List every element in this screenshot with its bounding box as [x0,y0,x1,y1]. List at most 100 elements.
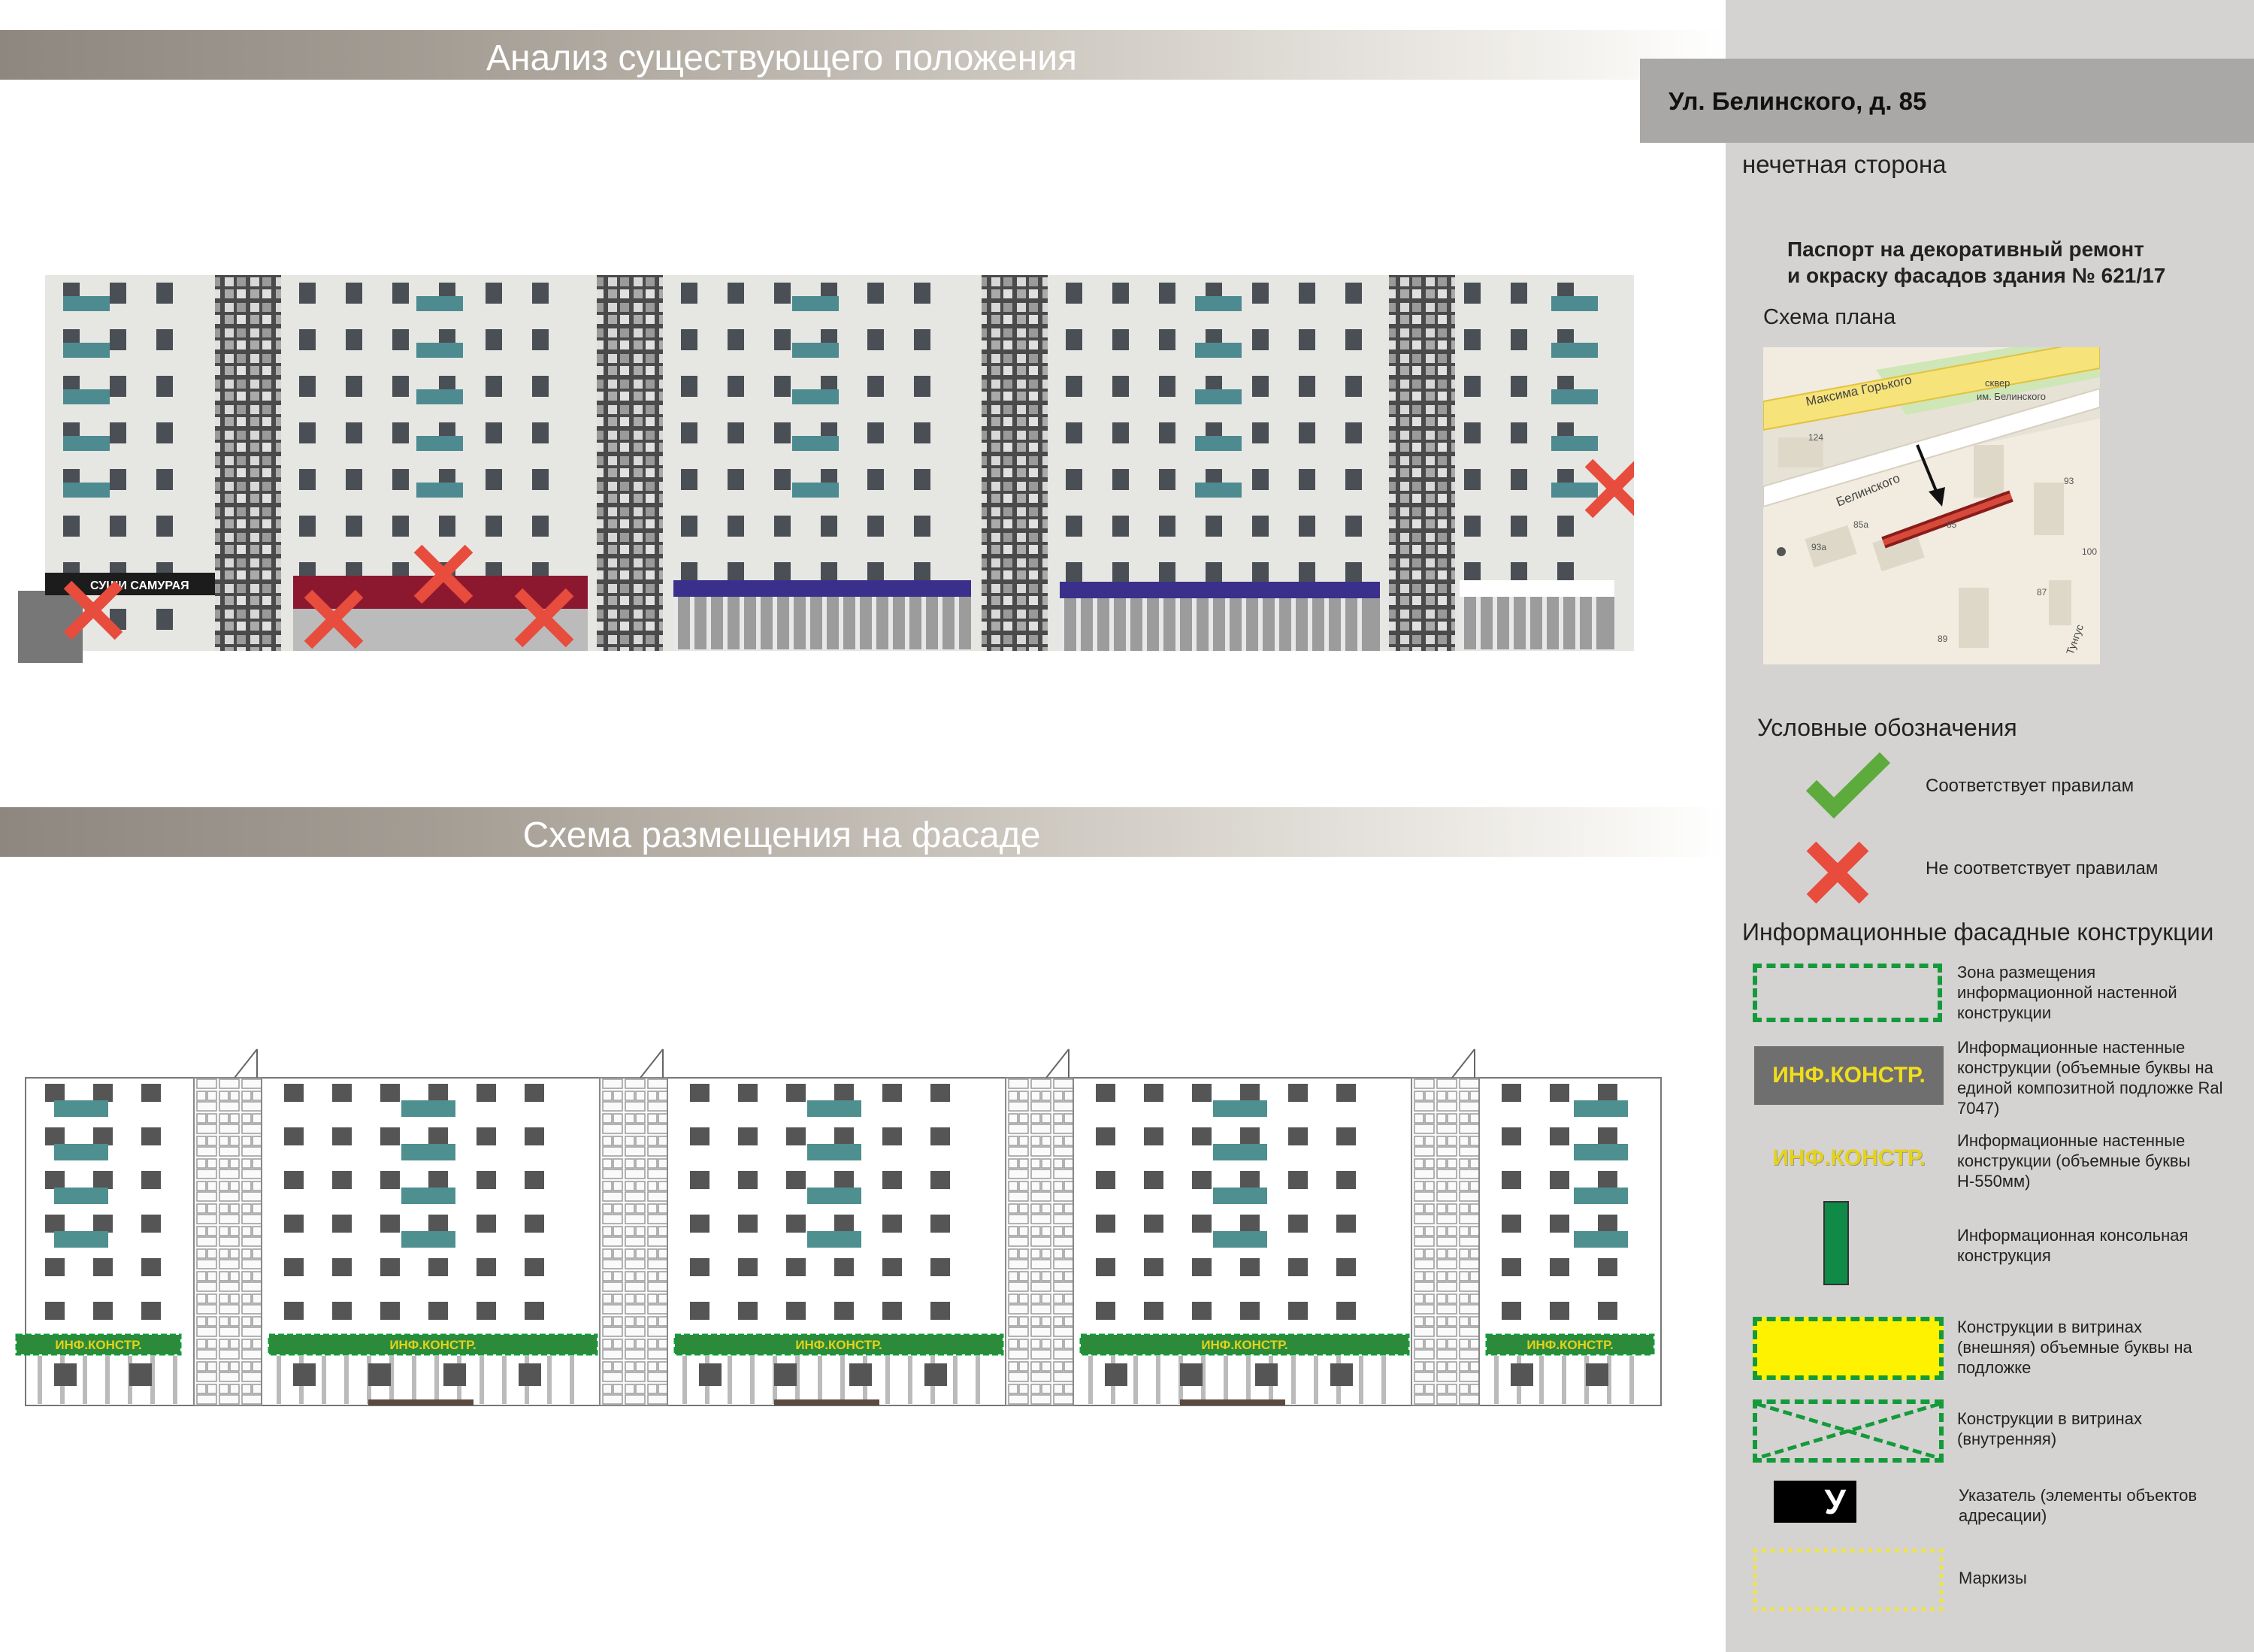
scheme-window [882,1302,902,1320]
scheme-window [428,1258,448,1276]
window [867,422,884,443]
ground-column [1246,1356,1251,1404]
storefront-column [706,597,711,649]
window [156,469,173,490]
scheme-window [1550,1302,1569,1320]
scheme-window [1192,1302,1212,1320]
scheme-window [834,1127,854,1145]
location-map: Максима Горького Белинского сквер им. Бе… [1763,347,2100,664]
balcony [63,436,110,451]
scheme-window [332,1084,352,1102]
scheme-window [1502,1127,1521,1145]
window [1299,562,1315,583]
window [486,376,502,397]
storefront-glazing [1460,597,1614,649]
scheme-window [1144,1127,1163,1145]
window [1345,422,1362,443]
scheme-window [380,1258,400,1276]
ground-window [1105,1363,1127,1386]
scheme-window [428,1127,448,1145]
ground-column [840,1356,845,1404]
balcony [1551,296,1598,311]
map-n93: 93 [2064,476,2074,486]
scheme-window [1598,1215,1617,1233]
window [110,422,126,443]
antenna [640,1048,664,1079]
ground-window [443,1363,466,1386]
balcony [1195,483,1242,498]
window [1112,516,1129,537]
facade-photo-svg: СУШИ САМУРАЯ [18,275,1644,663]
window [346,516,362,537]
legend-pointer-sample: У [1824,1482,1846,1521]
passport-title: Паспорт на декоративный ремонт и окраску… [1787,236,2165,289]
header-scheme-title: Схема размещения на фасаде [522,815,1041,855]
scheme-window [45,1302,65,1320]
scheme-window [284,1258,304,1276]
window [156,422,173,443]
window [1299,469,1315,490]
window [867,516,884,537]
ground-column [1539,1356,1544,1404]
scheme-window [738,1258,758,1276]
window [774,283,791,304]
window [774,376,791,397]
facade-scheme: ИНФ.КОНСТР. ИНФ.КОНСТР. ИНФ.КОНСТР. ИНФ.КОН… [15,1045,1676,1413]
window [1511,283,1527,304]
storefront-column [872,597,876,649]
window [681,376,697,397]
storefront-column [955,597,959,649]
scheme-window [786,1302,806,1320]
ground-column [1494,1356,1499,1404]
balcony [63,483,110,498]
map-square: сквер [1985,377,2010,389]
scheme-window [332,1215,352,1233]
window [1511,329,1527,350]
scheme-window [690,1127,709,1145]
ground-window [1330,1363,1353,1386]
window [299,422,316,443]
antenna [234,1048,258,1079]
legend-vitrine-ext-swatch [1753,1317,1944,1380]
scheme-window [786,1258,806,1276]
scheme-balcony [54,1144,108,1160]
window [1066,376,1082,397]
storefront-column [1493,597,1497,649]
legend-bad-label: Не соответствует правилам [1926,858,2159,879]
scheme-window [738,1215,758,1233]
scheme-window [1598,1302,1617,1320]
stair-tower [1005,1077,1074,1406]
window [156,283,173,304]
window [681,283,697,304]
window [156,376,173,397]
window [1299,376,1315,397]
scheme-window [1336,1127,1356,1145]
storefront-column [1476,597,1481,649]
ground-window [293,1363,316,1386]
balcony [792,296,839,311]
storefront-column [1060,598,1064,651]
ground-column [818,1356,822,1404]
scheme-window [141,1127,161,1145]
legend-vitrine-ext-text: Конструкции в витринах (внешняя) объемны… [1957,1318,2192,1377]
balcony [416,436,463,451]
scheme-window [1144,1302,1163,1320]
scheme-window [1288,1171,1308,1189]
storefront-column [740,597,744,649]
storefront-column [1242,598,1246,651]
storefront-column [1225,598,1230,651]
storefront-column [1209,598,1213,651]
ground-column [750,1356,755,1404]
storefront-column [1275,598,1279,651]
window [1299,422,1315,443]
map-n87: 87 [2037,587,2047,598]
window [1252,469,1269,490]
scheme-window [834,1258,854,1276]
scheme-window [93,1084,113,1102]
map-svg: Максима Горького Белинского сквер им. Бе… [1763,347,2100,664]
scheme-window [1144,1258,1163,1276]
ground-window [54,1363,77,1386]
scheme-window [380,1084,400,1102]
window [532,376,549,397]
scheme-balcony [401,1144,455,1160]
